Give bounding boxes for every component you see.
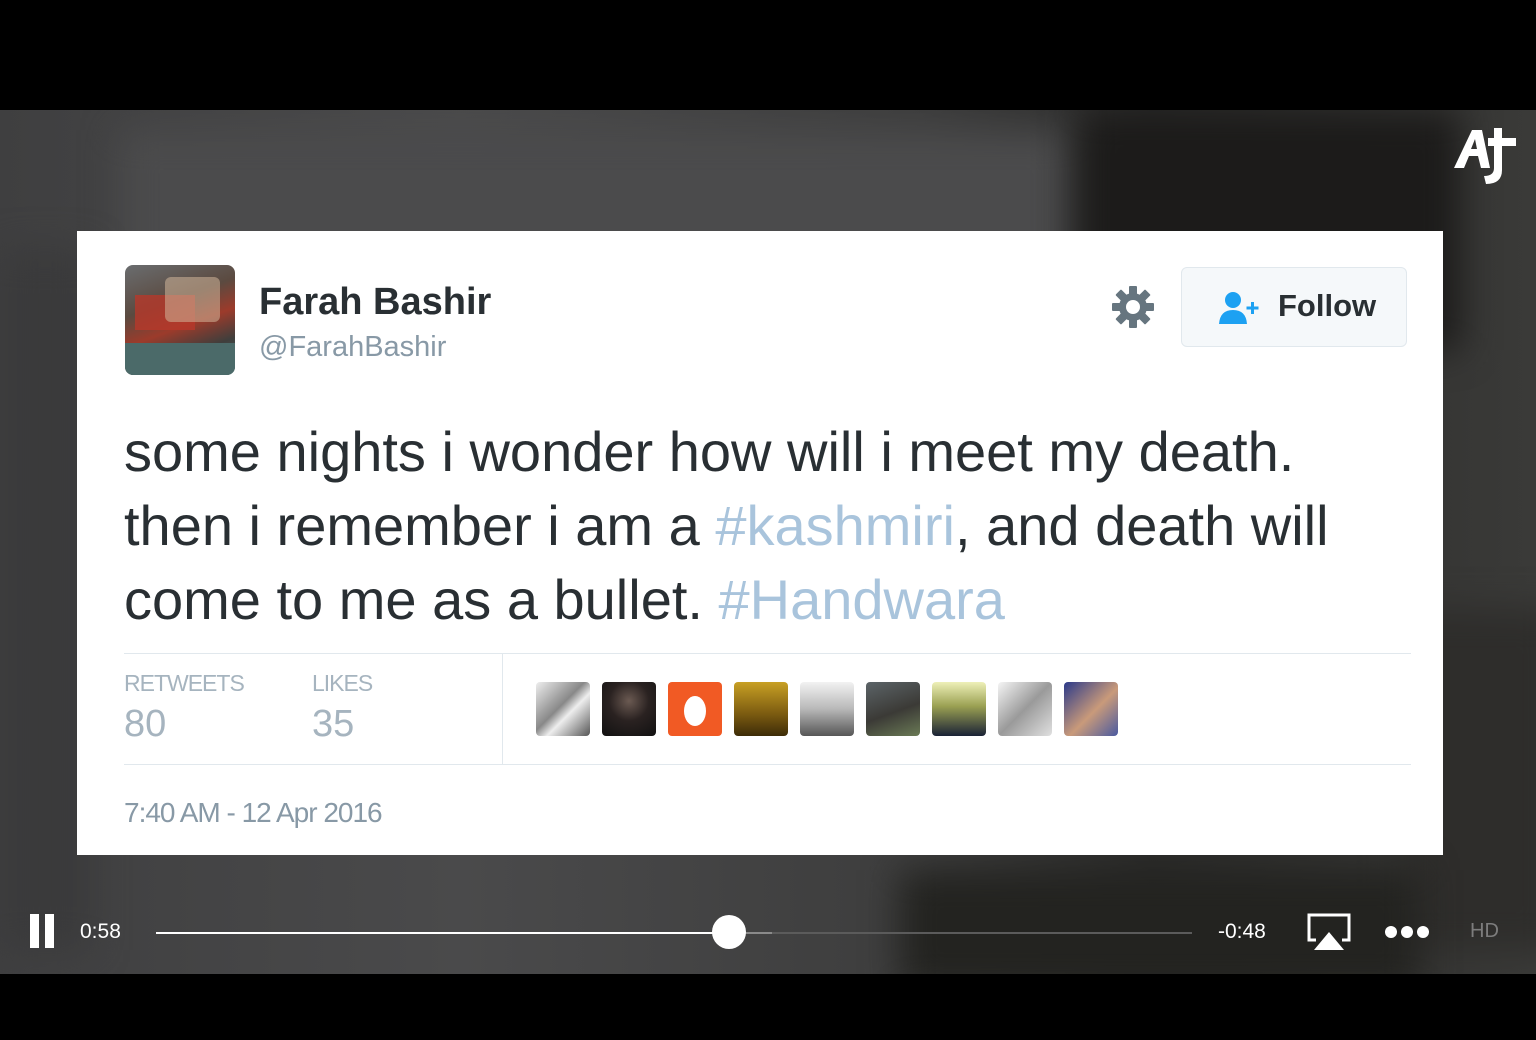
tweet-text: some nights i wonder how will i meet my …: [124, 415, 1414, 637]
likes-count: 35: [312, 703, 355, 745]
hashtag-link[interactable]: #kashmiri: [715, 494, 955, 557]
airplay-icon[interactable]: [1306, 912, 1352, 952]
likes-label: LIKES: [312, 670, 373, 696]
egg-icon: [684, 696, 706, 726]
retweets-count: 80: [124, 703, 167, 745]
more-icon[interactable]: [1384, 922, 1430, 942]
tweet-timestamp[interactable]: 7:40 AM - 12 Apr 2016: [124, 797, 383, 829]
remaining-time: -0:48: [1218, 920, 1266, 943]
retweets-label: RETWEETS: [124, 670, 245, 696]
hashtag-link[interactable]: #Handwara: [719, 568, 1005, 631]
liker-avatar-4[interactable]: [734, 682, 788, 736]
stats-divider: [502, 654, 503, 764]
aj-plus-logo: [1454, 128, 1516, 184]
pause-icon[interactable]: [28, 914, 56, 948]
liker-avatar-5[interactable]: [800, 682, 854, 736]
user-handle[interactable]: @FarahBashir: [259, 331, 446, 364]
liker-avatar-1[interactable]: [536, 682, 590, 736]
liker-avatar-7[interactable]: [932, 682, 986, 736]
follow-label: Follow: [1278, 288, 1377, 323]
scrubber-handle[interactable]: [711, 915, 746, 949]
gear-icon[interactable]: [1111, 285, 1155, 329]
progress-scrubber[interactable]: [156, 915, 1192, 949]
liker-avatar-2[interactable]: [602, 682, 656, 736]
tweet-stats: RETWEETS 80 LIKES 35: [124, 653, 1411, 765]
likes-stat[interactable]: LIKES 35: [312, 670, 373, 746]
video-controls: 0:58 -0:48 HD: [0, 900, 1536, 964]
hd-badge[interactable]: HD: [1470, 920, 1499, 943]
liker-avatar-8[interactable]: [998, 682, 1052, 736]
elapsed-time: 0:58: [80, 920, 121, 943]
retweets-stat[interactable]: RETWEETS 80: [124, 670, 245, 746]
played-bar: [156, 932, 729, 934]
user-avatar[interactable]: [125, 265, 235, 375]
follow-button[interactable]: Follow: [1181, 267, 1407, 347]
display-name[interactable]: Farah Bashir: [259, 281, 491, 324]
tweet-card: Farah Bashir @FarahBashir Follow some ni…: [77, 231, 1443, 855]
add-user-icon: [1219, 292, 1259, 324]
liker-avatar-6[interactable]: [866, 682, 920, 736]
liker-avatar-9[interactable]: [1064, 682, 1118, 736]
liker-avatar-3[interactable]: [668, 682, 722, 736]
